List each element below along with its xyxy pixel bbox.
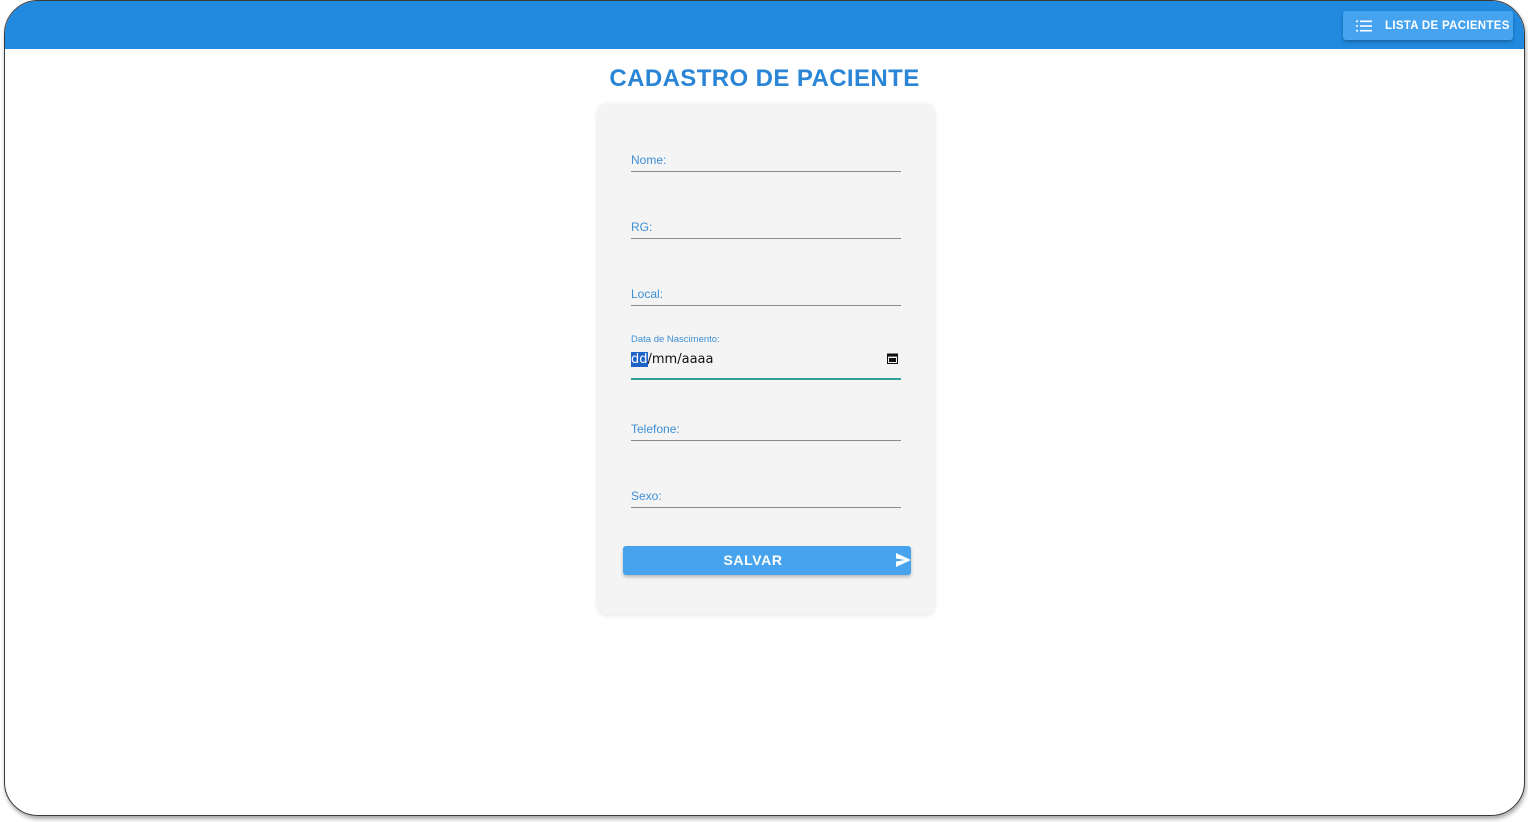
sex-field[interactable]: Sexo: [631, 486, 901, 508]
local-field[interactable]: Local: [631, 284, 901, 306]
save-button[interactable]: SALVAR [623, 546, 911, 575]
phone-field[interactable]: Telefone: [631, 419, 901, 441]
save-button-label: SALVAR [723, 552, 783, 568]
patient-form-card: Nome: RG: Local: Data de Nascimento: dd/… [598, 104, 934, 614]
sex-field-label: Sexo: [631, 489, 662, 503]
rg-field[interactable]: RG: [631, 217, 901, 239]
rg-field-label: RG: [631, 220, 653, 234]
send-icon [896, 553, 911, 567]
patient-list-button[interactable]: LISTA DE PACIENTES [1343, 11, 1513, 40]
patient-list-button-label: LISTA DE PACIENTES [1385, 19, 1510, 32]
birth-date-label: Data de Nascimento: [631, 334, 720, 345]
birth-date-field[interactable]: Data de Nascimento: dd/mm/aaaa [631, 334, 901, 380]
page-title: CADASTRO DE PACIENTE [609, 65, 920, 92]
list-icon [1356, 20, 1372, 31]
birth-date-value[interactable]: dd/mm/aaaa [631, 352, 713, 367]
birth-date-day-segment[interactable]: dd [631, 352, 648, 367]
phone-field-label: Telefone: [631, 422, 680, 436]
name-field[interactable]: Nome: [631, 150, 901, 172]
top-app-bar: LISTA DE PACIENTES [5, 1, 1524, 49]
app-window: LISTA DE PACIENTES CADASTRO DE PACIENTE … [4, 0, 1525, 816]
calendar-icon[interactable] [887, 353, 898, 364]
local-field-label: Local: [631, 287, 664, 301]
name-field-label: Nome: [631, 153, 667, 167]
birth-date-rest-segment: /mm/aaaa [647, 352, 714, 367]
